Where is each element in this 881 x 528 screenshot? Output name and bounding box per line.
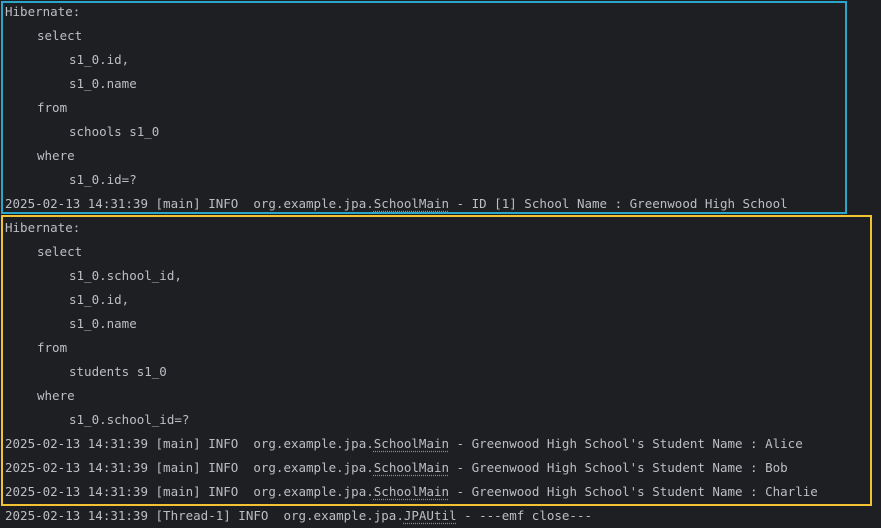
log-prefix: 2025-02-13 14:31:39 [main] INFO org.exam…	[5, 436, 374, 451]
sql-keyword-where: where	[37, 388, 75, 403]
sql-condition: s1_0.school_id=?	[69, 412, 190, 427]
sql-table: schools s1_0	[69, 124, 160, 139]
log-message: - Greenwood High School's Student Name :…	[449, 484, 818, 499]
log-message: - ID [1] School Name : Greenwood High Sc…	[449, 196, 788, 211]
sql-column: s1_0.school_id,	[69, 268, 182, 283]
log-prefix: 2025-02-13 14:31:39 [Thread-1] INFO org.…	[5, 508, 404, 523]
log-line: 2025-02-13 14:31:39 [main] INFO org.exam…	[5, 192, 788, 216]
sql-keyword-select: select	[37, 244, 83, 259]
console-output: Hibernate: select s1_0.id, s1_0.name fro…	[0, 0, 881, 527]
sql-keyword-where: where	[37, 148, 75, 163]
log-class-link[interactable]: SchoolMain	[374, 436, 449, 451]
log-class-link[interactable]: JPAUtil	[404, 508, 457, 523]
hibernate-header: Hibernate:	[5, 220, 81, 235]
log-class-link[interactable]: SchoolMain	[374, 460, 449, 475]
log-line: 2025-02-13 14:31:39 [main] INFO org.exam…	[5, 456, 788, 480]
log-message: - Greenwood High School's Student Name :…	[449, 460, 788, 475]
sql-column: s1_0.id,	[69, 292, 130, 307]
sql-keyword-from: from	[37, 100, 68, 115]
sql-table: students s1_0	[69, 364, 167, 379]
log-line: 2025-02-13 14:31:39 [main] INFO org.exam…	[5, 432, 803, 456]
sql-condition: s1_0.id=?	[69, 172, 137, 187]
log-prefix: 2025-02-13 14:31:39 [main] INFO org.exam…	[5, 484, 374, 499]
sql-column: s1_0.id,	[69, 52, 130, 67]
log-prefix: 2025-02-13 14:31:39 [main] INFO org.exam…	[5, 460, 374, 475]
log-line: 2025-02-13 14:31:39 [main] INFO org.exam…	[5, 480, 818, 504]
log-message: - Greenwood High School's Student Name :…	[449, 436, 803, 451]
sql-keyword-select: select	[37, 28, 83, 43]
log-class-link[interactable]: SchoolMain	[374, 196, 449, 211]
log-line: 2025-02-13 14:31:39 [Thread-1] INFO org.…	[5, 504, 592, 528]
sql-column: s1_0.name	[69, 76, 137, 91]
log-message: - ---emf close---	[456, 508, 593, 523]
log-prefix: 2025-02-13 14:31:39 [main] INFO org.exam…	[5, 196, 374, 211]
sql-column: s1_0.name	[69, 316, 137, 331]
hibernate-header: Hibernate:	[5, 4, 81, 19]
sql-keyword-from: from	[37, 340, 68, 355]
log-class-link[interactable]: SchoolMain	[374, 484, 449, 499]
